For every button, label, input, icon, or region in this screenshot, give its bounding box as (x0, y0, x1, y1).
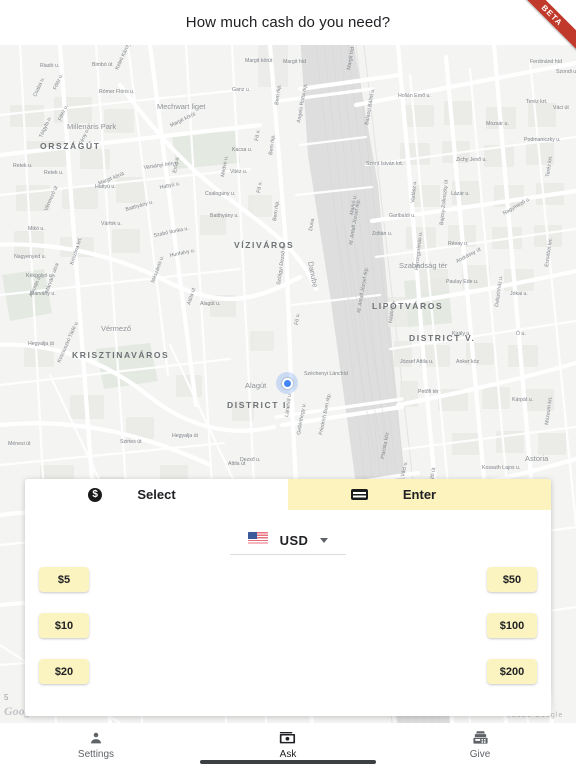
svg-text:Riadó u.: Riadó u. (40, 63, 59, 69)
svg-text:Csalogány u.: Csalogány u. (205, 191, 235, 197)
svg-text:Lázár u.: Lázár u. (451, 191, 470, 197)
currency-selector[interactable]: USD (229, 532, 347, 555)
map-label-orszagut: ORSZÁGÚT (40, 140, 101, 151)
svg-text:Bimbó út: Bimbó út (92, 62, 113, 68)
svg-text:Paulay Ede u.: Paulay Ede u. (446, 279, 478, 285)
svg-text:Anker köz: Anker köz (456, 359, 479, 365)
map-label-szabadsag-ter: Szabadság tér (399, 261, 448, 270)
nav-item-give[interactable]: Give (384, 723, 576, 760)
amount-column-right: $50 $100 $200 (487, 567, 537, 684)
svg-text:Alagút u.: Alagút u. (200, 301, 220, 307)
currency-selector-row: USD (25, 532, 551, 555)
svg-text:Ferdinánd híd: Ferdinánd híd (530, 59, 562, 65)
svg-text:Hattyú u.: Hattyú u. (95, 184, 116, 190)
amount-button[interactable]: $200 (487, 659, 537, 684)
nav-label-give: Give (469, 749, 491, 760)
page-title: How much cash do you need? (185, 14, 391, 31)
tab-enter-label: Enter (402, 487, 437, 502)
svg-text:Hegyalja út: Hegyalja út (28, 341, 55, 347)
keyboard-icon (351, 489, 369, 500)
banknote-icon (278, 729, 298, 746)
cash-amount-sheet: $ Select Enter USD $5 $10 $20 $50 $100 $… (25, 479, 551, 716)
map-label-mechwart-liget: Mechwart liget (157, 102, 206, 111)
svg-text:Teréz krt.: Teréz krt. (526, 99, 547, 105)
svg-text:Batthyány u.: Batthyány u. (210, 213, 239, 219)
cash-register-icon (470, 729, 490, 746)
svg-text:Kacsa u.: Kacsa u. (232, 147, 252, 153)
svg-text:Márvány u.: Márvány u. (30, 291, 56, 297)
amount-button[interactable]: $50 (487, 567, 537, 592)
svg-text:Vitéz u.: Vitéz u. (230, 169, 247, 175)
map-label-millenaris-park: Millenáris Park (67, 122, 116, 131)
sheet-tabs: $ Select Enter (25, 479, 551, 510)
map-label-astoria: Astoria (525, 454, 549, 463)
svg-text:József Attila u.: József Attila u. (400, 359, 433, 365)
tab-enter[interactable]: Enter (288, 479, 551, 510)
tab-select[interactable]: $ Select (25, 479, 288, 510)
svg-text:Mikó u.: Mikó u. (28, 226, 45, 232)
svg-text:Váci út: Váci út (553, 105, 569, 111)
tab-select-label: Select (137, 487, 176, 502)
svg-text:Király u.: Király u. (452, 331, 471, 337)
map-label-vermezo: Vérmező (101, 324, 131, 333)
svg-text:Ganz u.: Ganz u. (232, 87, 250, 93)
svg-text:Ó u.: Ó u. (516, 330, 526, 337)
amount-button[interactable]: $100 (487, 613, 537, 638)
svg-text:Kossuth Lajos u.: Kossuth Lajos u. (482, 465, 520, 471)
amount-buttons: $5 $10 $20 $50 $100 $200 (25, 567, 551, 684)
svg-text:Kárpát u.: Kárpát u. (512, 397, 533, 403)
svg-text:Margit körút: Margit körút (245, 58, 273, 64)
svg-text:Nagyenyed u.: Nagyenyed u. (14, 254, 46, 260)
svg-text:Szirtes út: Szirtes út (120, 439, 142, 445)
app-header: How much cash do you need? (0, 0, 576, 45)
map-label-krisztinavaros: KRISZTINAVÁROS (72, 350, 169, 360)
map-label-lipotvaros: LIPÓTVÁROS (372, 300, 443, 311)
svg-text:Zichy Jenő u.: Zichy Jenő u. (456, 157, 487, 163)
svg-text:Podmaniczky u.: Podmaniczky u. (524, 137, 561, 143)
svg-text:Várfok u.: Várfok u. (101, 221, 122, 227)
svg-text:Jókai u.: Jókai u. (510, 291, 528, 297)
svg-text:Ménesi út: Ménesi út (8, 441, 31, 447)
chevron-down-icon[interactable] (320, 537, 329, 543)
svg-text:Hollán Ernő u.: Hollán Ernő u. (398, 93, 431, 99)
amount-button[interactable]: $20 (39, 659, 89, 684)
svg-text:Hegyalja út: Hegyalja út (172, 433, 199, 439)
svg-text:Révay u.: Révay u. (448, 241, 468, 247)
bottom-navigation: Settings Ask Give (0, 723, 576, 768)
currency-code: USD (279, 532, 309, 548)
map-scale-label: 5 (4, 693, 9, 702)
us-flag-icon (247, 532, 268, 548)
svg-text:Dezső u.: Dezső u. (240, 457, 260, 463)
svg-text:Zoltán u.: Zoltán u. (372, 231, 392, 237)
svg-text:Retek u.: Retek u. (44, 170, 63, 176)
app-root: How much cash do you need? BETA .land { … (0, 0, 576, 768)
svg-text:Széchenyi Lánchíd: Széchenyi Lánchíd (304, 371, 348, 377)
nav-label-settings: Settings (77, 749, 115, 760)
svg-text:Kékgolyó u.: Kékgolyó u. (26, 273, 53, 279)
svg-text:Szondi u.: Szondi u. (556, 69, 576, 75)
amount-button[interactable]: $10 (39, 613, 89, 638)
amount-button[interactable]: $5 (39, 567, 89, 592)
svg-text:Mozsár u.: Mozsár u. (486, 121, 509, 127)
nav-item-settings[interactable]: Settings (0, 723, 192, 760)
nav-label-ask: Ask (279, 749, 297, 760)
amount-column-left: $5 $10 $20 (39, 567, 89, 684)
svg-text:Retek u.: Retek u. (13, 163, 32, 169)
home-indicator (200, 760, 376, 764)
current-location-dot (281, 377, 293, 389)
person-icon (86, 729, 106, 746)
svg-text:Petőfi tér: Petőfi tér (418, 389, 439, 395)
map-label-alagut: Alagút (245, 381, 267, 390)
svg-text:Garibaldi u.: Garibaldi u. (389, 213, 416, 219)
coin-dollar-icon: $ (88, 487, 103, 502)
svg-text:Rómer Flóris u.: Rómer Flóris u. (99, 89, 134, 95)
map-label-district-1: DISTRICT I. (227, 400, 291, 410)
svg-text:Margit híd: Margit híd (283, 59, 306, 65)
nav-item-ask[interactable]: Ask (192, 723, 384, 760)
current-location-marker (276, 372, 298, 394)
svg-text:Szent István krt.: Szent István krt. (366, 161, 403, 167)
